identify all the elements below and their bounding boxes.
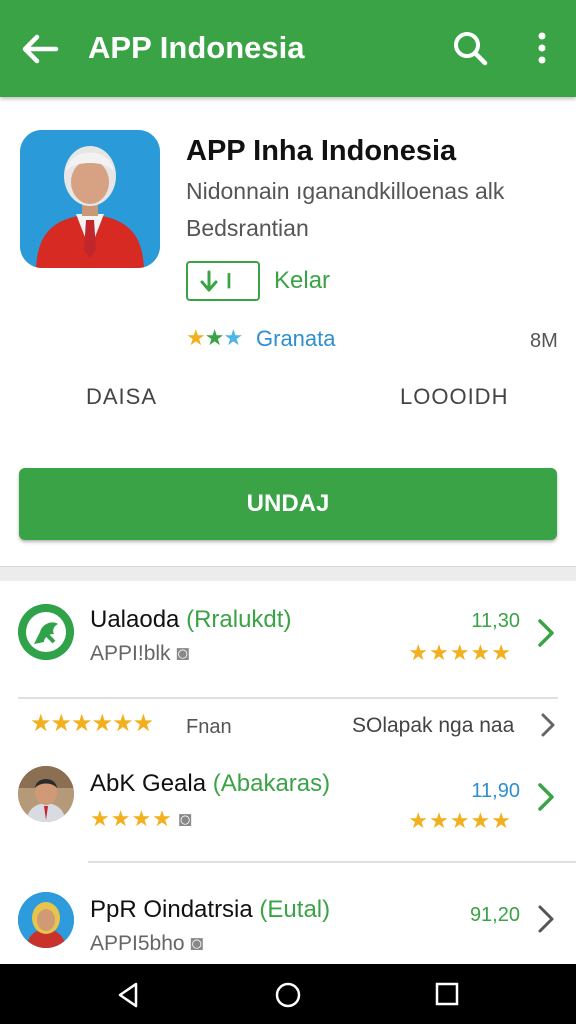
search-icon[interactable]: [450, 28, 490, 68]
app-icon: [20, 130, 160, 268]
list-item[interactable]: AbK Geala (Abakaras) ★★★★ ◙ 11,90 ★★★★★: [0, 760, 576, 860]
avatar: [18, 766, 74, 822]
header-label: Fnan: [186, 716, 232, 738]
chevron-right-icon[interactable]: [540, 712, 556, 738]
nav-recents-icon[interactable]: [433, 980, 461, 1008]
list-item-subtitle: ★★★★ ◙: [90, 806, 192, 831]
stat-left: DAISA: [86, 384, 158, 409]
badge-label: Kelar: [274, 267, 331, 294]
list-item[interactable]: Ualaoda (Rralukdt) APPI!blk ◙ 11,30 ★★★★…: [0, 596, 576, 696]
header-link[interactable]: SOlapak nga naa: [352, 714, 514, 738]
list-item-price: 11,90: [471, 780, 520, 802]
app-name: APP Inha Indonesia: [186, 135, 457, 167]
system-nav-bar: [0, 964, 576, 1024]
nav-back-icon[interactable]: [114, 980, 144, 1010]
app-size: 8M: [530, 330, 558, 352]
nav-home-icon[interactable]: [273, 980, 303, 1010]
arrow-left-icon[interactable]: [18, 28, 60, 70]
divider: [18, 697, 558, 699]
info-circle-icon: ◙: [190, 932, 204, 955]
list-item-stars: ★★★★★: [408, 640, 512, 665]
list-item-title: AbK Geala (Abakaras): [90, 770, 331, 797]
section-divider: [0, 566, 576, 581]
list-item-title: PpR Oindatrsia (Eutal): [90, 896, 331, 923]
rating-stars: ★★★: [186, 325, 243, 350]
rating-label: Granata: [256, 326, 336, 351]
list-item-price: 91,20: [469, 904, 520, 926]
chevron-right-icon[interactable]: [536, 904, 556, 934]
header-stars: ★★★★★★: [30, 710, 154, 737]
page-title: APP Indonesia: [88, 30, 305, 65]
avatar: [18, 892, 74, 948]
list-item-title: Ualaoda (Rralukdt): [90, 606, 292, 633]
info-circle-icon: ◙: [176, 642, 190, 665]
list-item-subtitle: APPI!blk ◙: [90, 642, 190, 665]
stat-right: LOOOIDH: [400, 384, 509, 409]
list-item-stars: ★★★★★: [408, 808, 512, 833]
info-circle-icon: ◙: [178, 808, 192, 831]
chevron-right-icon[interactable]: [536, 618, 556, 648]
app-description: Nidonnain ıganandkilloenas alk: [186, 178, 505, 204]
list-item[interactable]: PpR Oindatrsia (Eutal) APPI5bho ◙ 91,20: [0, 886, 576, 964]
badge-text: Ⅰ: [226, 271, 232, 293]
app-thumb-icon: [18, 604, 74, 660]
list-item-subtitle: APPI5bho ◙: [90, 932, 204, 955]
divider: [88, 861, 576, 863]
chevron-right-icon[interactable]: [536, 782, 556, 812]
download-badge: Ⅰ: [186, 261, 260, 301]
list-item-price: 11,30: [471, 610, 520, 632]
top-app-bar: APP Indonesia: [0, 0, 576, 97]
app-description-line2: Bedsrantian: [186, 215, 309, 241]
install-button[interactable]: UNDAJ: [19, 468, 557, 540]
download-arrow-icon: [200, 270, 218, 292]
more-vert-icon[interactable]: [528, 28, 556, 68]
list-item-header[interactable]: ★★★★★★ Fnan SOlapak nga naa: [0, 700, 576, 752]
